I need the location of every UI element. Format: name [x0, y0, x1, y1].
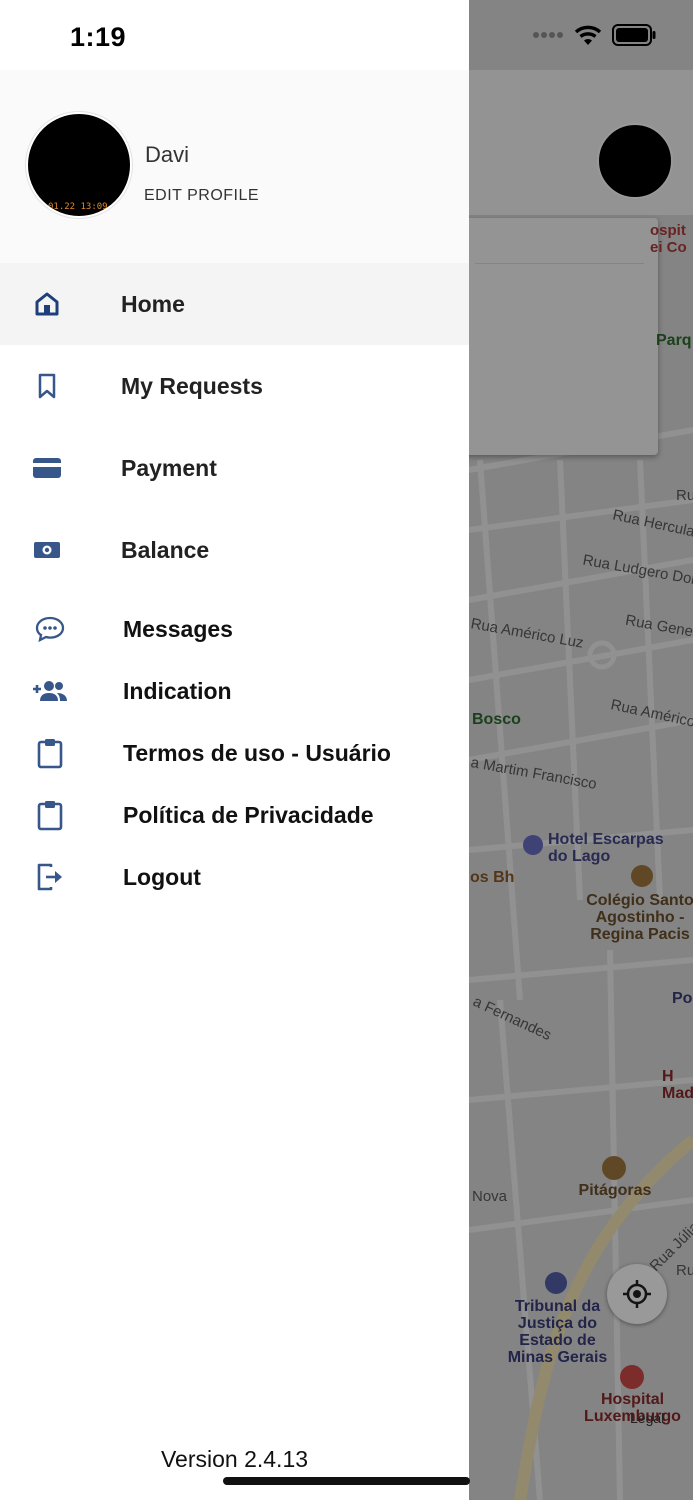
menu-label-my-requests: My Requests: [121, 372, 263, 399]
menu-label-privacy: Política de Privacidade: [123, 801, 374, 828]
menu-label-messages: Messages: [123, 615, 233, 642]
menu-label-indication: Indication: [123, 677, 232, 704]
chat-bubble-icon: [34, 613, 66, 645]
cash-icon: [31, 534, 63, 566]
menu-item-balance[interactable]: Balance: [0, 509, 469, 591]
logout-icon: [34, 861, 66, 893]
profile-avatar[interactable]: 01.22 13:09: [26, 112, 132, 218]
bookmark-icon: [31, 370, 63, 402]
wifi-icon: [574, 25, 602, 45]
profile-name: Davi: [145, 142, 190, 167]
battery-icon: [612, 24, 656, 46]
menu-label-logout: Logout: [123, 863, 201, 890]
home-icon: [31, 288, 63, 320]
signal-icon: [533, 32, 563, 38]
menu-item-home[interactable]: Home: [0, 263, 469, 345]
clipboard-icon: [34, 799, 66, 831]
menu-item-my-requests[interactable]: My Requests: [0, 345, 469, 427]
profile-header: 01.22 13:09 Davi EDIT PROFILE: [0, 70, 469, 263]
edit-profile-link[interactable]: EDIT PROFILE: [144, 187, 259, 205]
home-indicator[interactable]: [223, 1477, 470, 1485]
side-drawer: 1:19 01.22 13:09 Davi EDIT PROFILE Home …: [0, 0, 469, 1500]
credit-card-icon: [31, 452, 63, 484]
status-time: 1:19: [70, 22, 127, 52]
avatar-stamp: 01.22 13:09: [48, 202, 108, 212]
menu-item-payment[interactable]: Payment: [0, 427, 469, 509]
menu-item-logout[interactable]: Logout: [0, 846, 469, 908]
clipboard-icon: [34, 737, 66, 769]
menu-item-terms[interactable]: Termos de uso - Usuário: [0, 722, 469, 784]
menu-item-indication[interactable]: Indication: [0, 660, 469, 722]
menu-label-home: Home: [121, 290, 185, 317]
status-icons: [532, 24, 656, 46]
menu-label-terms: Termos de uso - Usuário: [123, 739, 391, 766]
menu-item-privacy[interactable]: Política de Privacidade: [0, 784, 469, 846]
add-user-icon: [32, 675, 68, 707]
menu-label-payment: Payment: [121, 454, 217, 481]
app-version: Version 2.4.13: [160, 1446, 309, 1472]
menu-item-messages[interactable]: Messages: [0, 598, 469, 660]
menu-label-balance: Balance: [121, 536, 210, 563]
